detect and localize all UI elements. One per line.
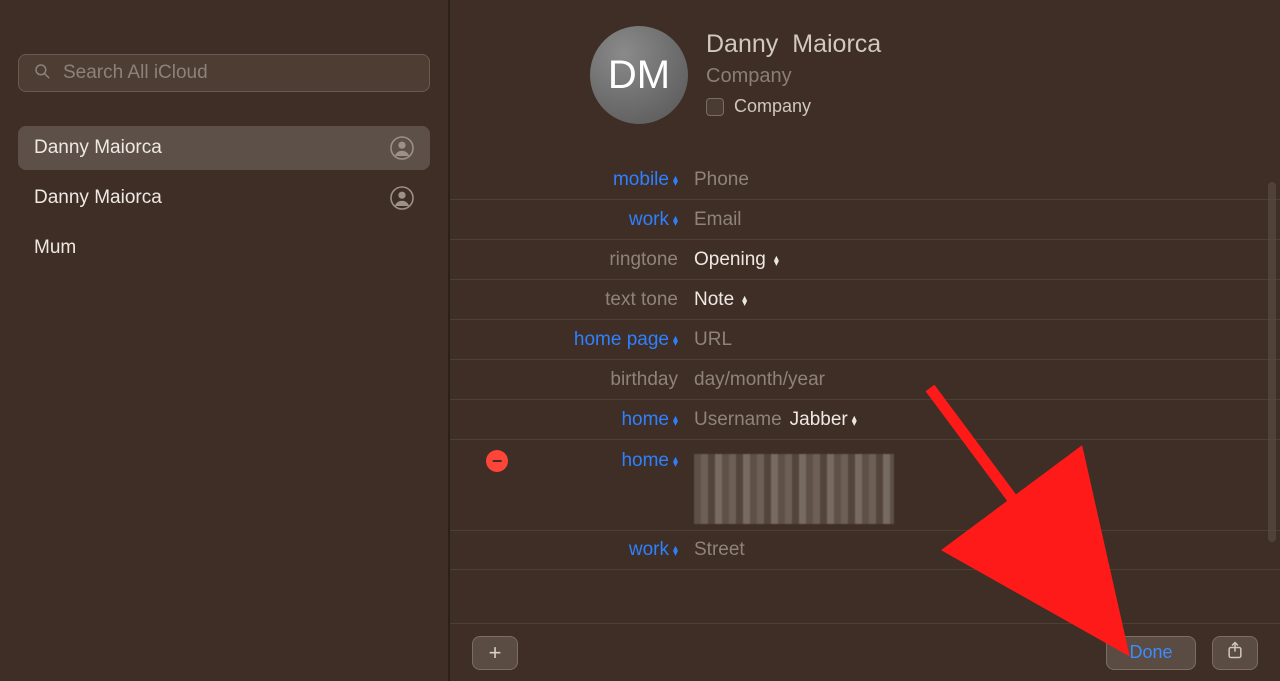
contact-name-fields[interactable]: Danny Maiorca: [706, 30, 881, 59]
chevron-up-down-icon: ▴▾: [673, 176, 678, 186]
first-name-field[interactable]: Danny: [706, 30, 778, 58]
field-row-email: work▴▾ Email: [450, 200, 1280, 240]
field-label-texttone: text tone: [450, 289, 688, 311]
im-username-input[interactable]: Username: [694, 409, 782, 431]
remove-address-button[interactable]: −: [486, 450, 508, 472]
chevron-up-down-icon: ▴▾: [742, 296, 747, 306]
field-label-birthday: birthday: [450, 369, 688, 391]
contact-list-item[interactable]: Danny Maiorca: [18, 176, 430, 220]
field-row-address-work: work▴▾ Street: [450, 530, 1280, 570]
field-row-texttone: text tone Note▴▾: [450, 280, 1280, 320]
field-label-ringtone: ringtone: [450, 249, 688, 271]
field-label-work-email[interactable]: work▴▾: [450, 209, 688, 231]
contact-list-item[interactable]: Danny Maiorca: [18, 126, 430, 170]
person-silhouette-icon: [390, 186, 414, 210]
plus-icon: +: [489, 640, 502, 666]
birthday-input[interactable]: day/month/year: [688, 369, 825, 391]
scrollbar[interactable]: [1268, 182, 1276, 542]
url-input[interactable]: URL: [688, 329, 732, 351]
company-checkbox-label: Company: [734, 96, 811, 117]
im-service-select[interactable]: Jabber▴▾: [790, 409, 857, 431]
ringtone-select[interactable]: Opening▴▾: [688, 249, 779, 271]
address-home-value[interactable]: [688, 448, 894, 530]
field-label-address-work[interactable]: work▴▾: [450, 539, 688, 561]
search-input[interactable]: [63, 62, 415, 84]
share-icon: [1225, 640, 1245, 666]
company-checkbox[interactable]: [706, 98, 724, 116]
contact-list-item[interactable]: Mum: [18, 226, 430, 270]
field-row-im: home▴▾ Username Jabber▴▾: [450, 400, 1280, 440]
field-row-address-home: − home▴▾: [450, 440, 1280, 530]
field-row-birthday: birthday day/month/year: [450, 360, 1280, 400]
redacted-content: [694, 454, 894, 524]
chevron-up-down-icon: ▴▾: [673, 336, 678, 346]
email-input[interactable]: Email: [688, 209, 742, 231]
chevron-up-down-icon: ▴▾: [774, 256, 779, 266]
done-button[interactable]: Done: [1106, 636, 1196, 670]
detail-toolbar: + Done: [450, 623, 1280, 681]
field-label-im-home[interactable]: home▴▾: [450, 409, 688, 431]
share-button[interactable]: [1212, 636, 1258, 670]
field-row-ringtone: ringtone Opening▴▾: [450, 240, 1280, 280]
texttone-select[interactable]: Note▴▾: [688, 289, 747, 311]
field-label-homepage[interactable]: home page▴▾: [450, 329, 688, 351]
search-field[interactable]: [18, 54, 430, 92]
contact-detail-panel: DM Danny Maiorca Company Company mobile▴▾…: [450, 0, 1280, 681]
add-button[interactable]: +: [472, 636, 518, 670]
phone-input[interactable]: Phone: [688, 169, 749, 191]
contact-name: Mum: [34, 237, 76, 259]
chevron-up-down-icon: ▴▾: [673, 216, 678, 226]
chevron-up-down-icon: ▴▾: [673, 416, 678, 426]
contact-name: Danny Maiorca: [34, 187, 162, 209]
company-field[interactable]: Company: [706, 65, 881, 88]
field-row-phone: mobile▴▾ Phone: [450, 160, 1280, 200]
last-name-field[interactable]: Maiorca: [792, 30, 881, 58]
chevron-up-down-icon: ▴▾: [673, 546, 678, 556]
person-silhouette-icon: [390, 136, 414, 160]
chevron-up-down-icon: ▴▾: [673, 457, 678, 467]
address-work-street-input[interactable]: Street: [688, 539, 745, 561]
field-row-url: home page▴▾ URL: [450, 320, 1280, 360]
chevron-up-down-icon: ▴▾: [852, 416, 857, 426]
sidebar: Danny Maiorca Danny Maiorca Mum: [0, 0, 450, 681]
field-label-mobile[interactable]: mobile▴▾: [450, 169, 688, 191]
avatar[interactable]: DM: [590, 26, 688, 124]
search-icon: [33, 62, 51, 85]
contact-name: Danny Maiorca: [34, 137, 162, 159]
